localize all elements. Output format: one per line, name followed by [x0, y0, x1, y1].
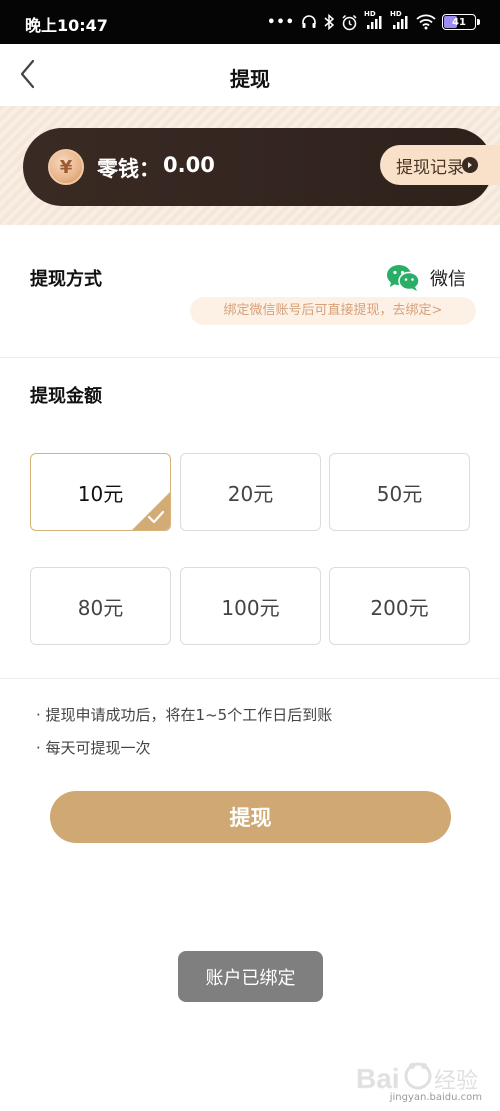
amount-option-label: 50元: [376, 481, 423, 506]
withdraw-records-button[interactable]: 提现记录: [380, 145, 500, 185]
battery-icon: 41: [442, 14, 476, 30]
bluetooth-icon: [324, 14, 335, 30]
more-dots-icon: •••: [267, 14, 295, 30]
signal-1-icon: HD: [364, 10, 384, 30]
chevron-right-icon: [462, 157, 478, 173]
divider: [0, 357, 500, 358]
coin-icon: ¥: [48, 149, 84, 185]
balance-amount: 0.00: [163, 153, 215, 177]
coin-symbol: ¥: [59, 156, 73, 178]
withdraw-method-title: 提现方式: [30, 269, 102, 290]
wechat-method-option[interactable]: 微信: [386, 262, 466, 294]
balance-card: ¥ 零钱： 0.00 提现记录: [23, 128, 500, 206]
withdraw-amount-title: 提现金额: [30, 386, 102, 407]
amount-option-20[interactable]: 20元: [180, 453, 321, 531]
withdraw-submit-button[interactable]: 提现: [50, 791, 451, 843]
amount-option-50[interactable]: 50元: [329, 453, 470, 531]
amount-option-100[interactable]: 100元: [180, 567, 321, 645]
page-title: 提现: [230, 67, 270, 91]
status-icons: ••• HD HD 41: [267, 10, 480, 32]
amount-option-label: 10元: [77, 481, 124, 506]
divider: [0, 678, 500, 679]
amount-option-label: 200元: [370, 595, 429, 620]
amount-option-label: 100元: [221, 595, 280, 620]
alarm-icon: [342, 14, 357, 30]
amount-option-200[interactable]: 200元: [329, 567, 470, 645]
bind-wechat-link[interactable]: 绑定微信账号后可直接提现，去绑定>: [190, 297, 476, 325]
toast-message: 账户已绑定: [178, 951, 323, 1002]
headphones-icon: [302, 15, 316, 28]
balance-label: 零钱：: [97, 157, 160, 181]
withdraw-records-label: 提现记录: [396, 157, 464, 178]
svg-text:Bai: Bai: [356, 1063, 400, 1094]
note-daily-limit: · 每天可提现一次: [36, 739, 151, 757]
wifi-icon: [416, 14, 436, 30]
nav-bar: 提现: [0, 44, 500, 106]
amount-option-10[interactable]: 10元: [30, 453, 171, 531]
status-time: 晚上10:47: [25, 16, 108, 35]
battery-level: 41: [452, 16, 466, 28]
watermark-url: jingyan.baidu.com: [389, 1092, 482, 1103]
note-arrival-time: · 提现申请成功后，将在1~5个工作日后到账: [36, 706, 333, 724]
wechat-icon: [387, 265, 420, 291]
svg-text:经验: 经验: [434, 1068, 478, 1093]
amount-option-label: 20元: [227, 481, 274, 506]
check-icon: [147, 510, 165, 524]
signal-2-icon: HD: [390, 10, 410, 30]
status-bar: 晚上10:47 ••• HD HD 41: [0, 0, 500, 44]
amount-option-label: 80元: [77, 595, 124, 620]
wechat-label: 微信: [430, 269, 466, 290]
amount-option-80[interactable]: 80元: [30, 567, 171, 645]
